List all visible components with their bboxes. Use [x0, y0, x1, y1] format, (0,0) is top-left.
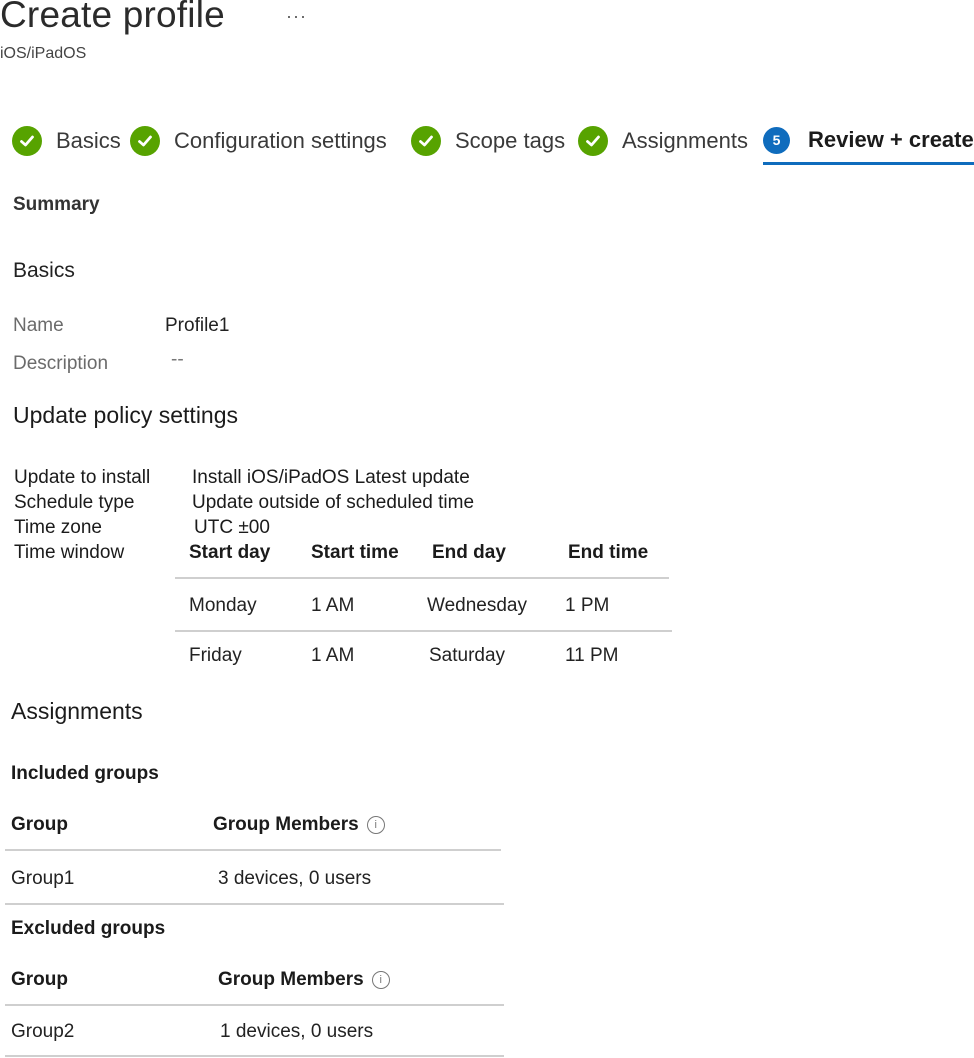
table-cell: 3 devices, 0 users — [218, 868, 372, 889]
table-cell: 1 PM — [565, 595, 610, 616]
step-configuration-settings[interactable]: Configuration settings — [130, 123, 387, 159]
column-header: Group — [11, 969, 68, 990]
description-label: Description — [13, 353, 109, 374]
name-label: Name — [13, 315, 64, 336]
column-header: End day — [432, 542, 506, 563]
column-header: Start day — [189, 542, 271, 563]
table-divider — [5, 1055, 504, 1057]
table-divider — [5, 1004, 504, 1006]
checkmark-circle-icon — [130, 126, 160, 156]
info-icon[interactable]: i — [371, 971, 390, 989]
assignments-heading: Assignments — [11, 698, 143, 724]
time-zone-label: Time zone — [14, 517, 102, 538]
step-assignments[interactable]: Assignments — [578, 123, 748, 159]
table-divider — [5, 903, 504, 905]
update-to-install-label: Update to install — [14, 467, 151, 488]
table-cell: 1 devices, 0 users — [220, 1021, 374, 1042]
more-options-icon[interactable]: ··· — [286, 6, 307, 27]
update-policy-heading: Update policy settings — [13, 402, 239, 428]
table-cell: Group1 — [11, 868, 75, 889]
checkmark-circle-icon — [411, 126, 441, 156]
step-review-create[interactable]: 5 Review + create — [763, 122, 974, 158]
description-value: -- — [171, 349, 184, 370]
table-cell: 11 PM — [565, 645, 619, 666]
column-header: Group Members — [213, 814, 359, 835]
column-header-group-members: Group Members i — [213, 814, 385, 836]
info-icon[interactable]: i — [366, 816, 385, 834]
table-cell: Wednesday — [427, 595, 527, 616]
step-basics[interactable]: Basics — [12, 123, 121, 159]
table-divider — [5, 849, 501, 851]
column-header: Start time — [311, 542, 399, 563]
step-label: Basics — [56, 128, 121, 153]
update-to-install-value: Install iOS/iPadOS Latest update — [192, 467, 470, 488]
checkmark-circle-icon — [578, 126, 608, 156]
schedule-type-label: Schedule type — [14, 492, 135, 513]
step-label: Assignments — [622, 128, 748, 153]
column-header: Group — [11, 814, 68, 835]
table-cell: Friday — [189, 645, 242, 666]
step-scope-tags[interactable]: Scope tags — [411, 123, 565, 159]
step-label: Configuration settings — [174, 128, 387, 153]
table-cell: Group2 — [11, 1021, 75, 1042]
excluded-groups-heading: Excluded groups — [11, 918, 166, 939]
table-divider — [175, 577, 669, 579]
checkmark-circle-icon — [12, 126, 42, 156]
step-number-badge: 5 — [763, 126, 790, 154]
table-cell: Saturday — [429, 645, 506, 666]
included-groups-heading: Included groups — [11, 763, 159, 784]
table-divider — [175, 630, 672, 632]
table-cell: Monday — [189, 595, 257, 616]
name-value: Profile1 — [165, 315, 230, 336]
time-window-label: Time window — [14, 542, 125, 563]
column-header: End time — [568, 542, 649, 563]
basics-heading: Basics — [13, 259, 75, 282]
column-header-group-members: Group Members i — [218, 969, 390, 991]
active-step-indicator — [763, 162, 974, 165]
table-cell: 1 AM — [311, 645, 355, 666]
page-title: Create profile — [0, 0, 225, 35]
page-subtitle: iOS/iPadOS — [0, 45, 87, 62]
summary-label: Summary — [13, 194, 100, 215]
time-zone-value: UTC ±00 — [194, 517, 270, 538]
schedule-type-value: Update outside of scheduled time — [192, 492, 475, 513]
table-cell: 1 AM — [311, 595, 355, 616]
step-label: Review + create — [808, 127, 974, 152]
step-label: Scope tags — [455, 128, 566, 153]
column-header: Group Members — [218, 969, 364, 990]
